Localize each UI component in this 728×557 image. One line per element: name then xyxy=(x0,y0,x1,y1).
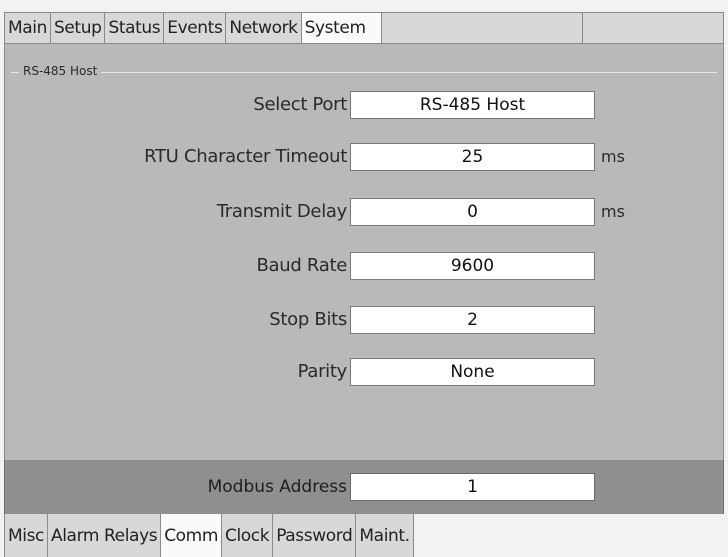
tab-maint[interactable]: Maint. xyxy=(356,514,414,557)
tab-password[interactable]: Password xyxy=(273,514,357,557)
tab-setup[interactable]: Setup xyxy=(51,13,106,43)
rtu-timeout-unit: ms xyxy=(601,147,625,166)
tab-network[interactable]: Network xyxy=(226,13,302,43)
top-tab-bar: Main Setup Status Events Network System xyxy=(4,12,724,44)
stop-bits-field[interactable]: 2 xyxy=(350,306,595,334)
tab-bar-spacer xyxy=(382,13,583,43)
bottom-tab-bar: Misc Alarm Relays Comm Clock Password Ma… xyxy=(4,514,724,557)
modbus-section: Modbus Address 1 xyxy=(4,460,724,514)
stop-bits-row: Stop Bits 2 xyxy=(5,303,723,337)
rtu-timeout-row: RTU Character Timeout 25 ms xyxy=(5,140,723,174)
select-port-row: Select Port RS-485 Host xyxy=(5,88,723,122)
rs485-host-panel: RS-485 Host Select Port RS-485 Host RTU … xyxy=(4,44,724,460)
select-port-field[interactable]: RS-485 Host xyxy=(350,91,595,119)
baud-rate-row: Baud Rate 9600 xyxy=(5,249,723,283)
rtu-timeout-field[interactable]: 25 xyxy=(350,143,595,171)
tab-alarm-relays[interactable]: Alarm Relays xyxy=(48,514,162,557)
stop-bits-label: Stop Bits xyxy=(269,309,347,330)
baud-rate-label: Baud Rate xyxy=(256,255,347,276)
transmit-delay-row: Transmit Delay 0 ms xyxy=(5,195,723,229)
transmit-delay-field[interactable]: 0 xyxy=(350,198,595,226)
rtu-timeout-label: RTU Character Timeout xyxy=(144,146,347,167)
tab-status[interactable]: Status xyxy=(105,13,165,43)
tab-clock[interactable]: Clock xyxy=(222,514,274,557)
group-divider xyxy=(11,72,717,73)
tab-misc[interactable]: Misc xyxy=(5,514,48,557)
tab-system[interactable]: System xyxy=(301,13,382,43)
transmit-delay-label: Transmit Delay xyxy=(216,201,348,222)
parity-row: Parity None xyxy=(5,355,723,389)
group-title: RS-485 Host xyxy=(19,64,102,78)
baud-rate-field[interactable]: 9600 xyxy=(350,252,595,280)
parity-label: Parity xyxy=(297,361,348,382)
tab-comm[interactable]: Comm xyxy=(161,514,222,557)
select-port-label: Select Port xyxy=(253,94,347,115)
bottom-bar-fill xyxy=(413,514,724,557)
tab-events[interactable]: Events xyxy=(164,13,227,43)
modbus-address-field[interactable]: 1 xyxy=(350,473,595,501)
tab-main[interactable]: Main xyxy=(5,13,51,43)
modbus-address-label: Modbus Address xyxy=(207,477,347,497)
transmit-delay-unit: ms xyxy=(601,202,625,221)
parity-field[interactable]: None xyxy=(350,358,595,386)
